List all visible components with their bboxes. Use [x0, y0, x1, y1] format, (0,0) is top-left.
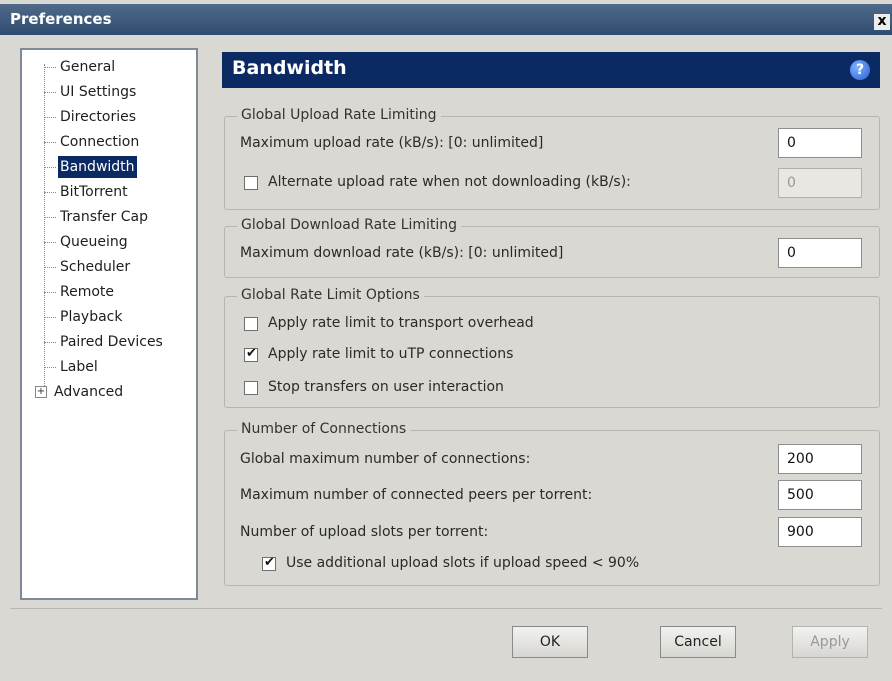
- tree-item-label: BitTorrent: [60, 184, 128, 200]
- ok-button[interactable]: OK: [512, 626, 588, 658]
- overhead-label: Apply rate limit to transport overhead: [268, 315, 534, 331]
- overhead-checkbox[interactable]: [244, 317, 258, 331]
- tree-item-label: Advanced: [54, 384, 124, 400]
- page-title: Bandwidth: [232, 57, 347, 79]
- group-legend: Number of Connections: [237, 421, 411, 437]
- tree-item-label: Paired Devices: [60, 334, 163, 350]
- group-legend: Global Download Rate Limiting: [237, 217, 462, 233]
- peers-per-torrent-input[interactable]: 500: [778, 480, 862, 510]
- peers-per-torrent-label: Maximum number of connected peers per to…: [240, 487, 593, 503]
- upload-slots-input[interactable]: 900: [778, 517, 862, 547]
- upload-slots-label: Number of upload slots per torrent:: [240, 524, 489, 540]
- group-legend: Global Rate Limit Options: [237, 287, 424, 303]
- alt-upload-checkbox[interactable]: [244, 176, 258, 190]
- settings-tree: General UI Settings Directories Connecti…: [20, 48, 198, 600]
- preferences-window: Preferences x General UI Settings Direct…: [0, 0, 892, 681]
- tree-item-label: Playback: [60, 309, 123, 325]
- additional-slots-checkbox[interactable]: [262, 555, 276, 571]
- close-icon[interactable]: x: [874, 14, 890, 30]
- cancel-button[interactable]: Cancel: [660, 626, 736, 658]
- tree-item-label: Scheduler: [60, 259, 131, 275]
- max-download-label: Maximum download rate (kB/s): [0: unlimi…: [240, 245, 564, 261]
- group-legend: Global Upload Rate Limiting: [237, 107, 441, 123]
- tree-item-label: Label: [60, 359, 98, 375]
- tree-item-label: UI Settings: [60, 84, 137, 100]
- tree-connector-line: [44, 64, 45, 394]
- stop-transfers-checkbox[interactable]: [244, 381, 258, 395]
- stop-transfers-label: Stop transfers on user interaction: [268, 379, 504, 395]
- alt-upload-input[interactable]: 0: [778, 168, 862, 198]
- tree-item-label: General: [60, 59, 116, 75]
- additional-slots-label: Use additional upload slots if upload sp…: [286, 555, 640, 571]
- global-connections-input[interactable]: 200: [778, 444, 862, 474]
- tree-item-label: Queueing: [60, 234, 128, 250]
- alt-upload-label: Alternate upload rate when not downloadi…: [268, 174, 631, 190]
- tree-item-label: Bandwidth: [58, 156, 137, 178]
- title-bar: Preferences x: [0, 4, 892, 35]
- apply-button[interactable]: Apply: [792, 626, 868, 658]
- help-icon[interactable]: ?: [850, 60, 870, 80]
- max-download-input[interactable]: 0: [778, 238, 862, 268]
- tree-item-label: Directories: [60, 109, 137, 125]
- footer-divider: [10, 608, 882, 609]
- expand-icon[interactable]: +: [35, 386, 47, 398]
- max-upload-input[interactable]: 0: [778, 128, 862, 158]
- tree-item-label: Transfer Cap: [60, 209, 148, 225]
- tree-item-label: Connection: [60, 134, 140, 150]
- utp-label: Apply rate limit to uTP connections: [268, 346, 514, 362]
- window-title: Preferences: [10, 10, 112, 28]
- section-header: Bandwidth ?: [222, 52, 880, 88]
- max-upload-label: Maximum upload rate (kB/s): [0: unlimite…: [240, 135, 544, 151]
- utp-checkbox[interactable]: [244, 346, 258, 362]
- global-connections-label: Global maximum number of connections:: [240, 451, 531, 467]
- tree-item-label: Remote: [60, 284, 115, 300]
